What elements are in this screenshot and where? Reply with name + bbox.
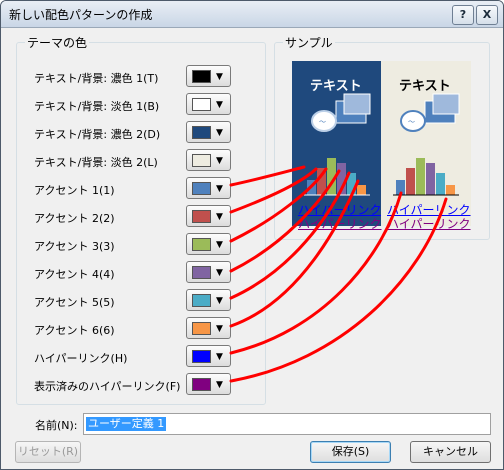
annotation-arrow-hyperlink — [229, 191, 403, 355]
dialog-window: 新しい配色パターンの作成 ? X テーマの色 テキスト/背景: 濃色 1(T) ▼… — [0, 0, 504, 470]
annotation-arrow-visited-hyperlink — [229, 197, 448, 383]
annotation-arrow-accent1 — [229, 165, 306, 187]
annotation-arrows — [229, 165, 448, 383]
